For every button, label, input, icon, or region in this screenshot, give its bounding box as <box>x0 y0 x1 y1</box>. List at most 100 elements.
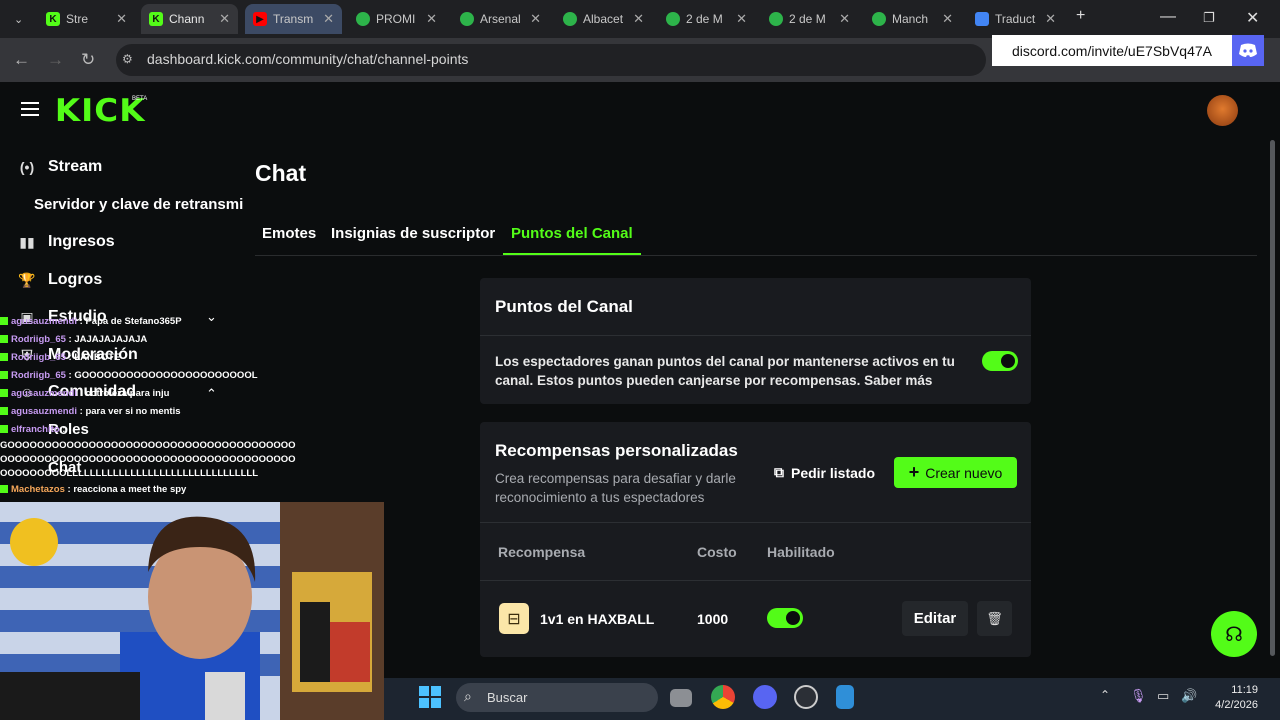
close-tab-icon[interactable]: ✕ <box>426 11 437 27</box>
tab-title: Transm <box>273 12 314 26</box>
browser-tab[interactable]: Traduct ✕ <box>967 4 1064 34</box>
new-tab-icon[interactable]: + <box>1076 7 1085 25</box>
trash-icon[interactable]: 🗑 <box>977 601 1012 636</box>
browser-tab[interactable]: Arsenal ✕ <box>452 4 549 34</box>
discord-app-icon[interactable] <box>753 685 777 709</box>
reload-icon[interactable]: ↻ <box>81 50 95 70</box>
windows-start-icon[interactable] <box>419 686 441 708</box>
tab-emotes[interactable]: Emotes <box>262 225 316 242</box>
plus-icon: + <box>908 462 920 482</box>
sidebar-item-achievements[interactable]: 🏆 Logros <box>18 271 102 289</box>
chat-username: agusauzmendi <box>11 406 77 417</box>
request-list-button[interactable]: ⧉ Pedir listado <box>762 457 887 488</box>
support-chat-icon[interactable]: ☊ <box>1211 611 1257 657</box>
stream-chat-message: Rodriigb_65 : GOOOOOOOOOOOOOOOOOOOOOOOL <box>0 367 260 385</box>
soccer-icon <box>563 12 577 26</box>
file-explorer-icon[interactable] <box>670 689 692 707</box>
back-icon[interactable]: ← <box>13 50 30 70</box>
webcam-feed <box>0 502 384 720</box>
sidebar-item-server-key[interactable]: Servidor y clave de retransmi <box>34 196 243 213</box>
site-info-icon[interactable]: ⚙ <box>122 52 133 66</box>
divider <box>480 522 1031 523</box>
create-new-label: Crear nuevo <box>925 464 1003 481</box>
chat-text: reacciona a meet the spy <box>73 484 187 495</box>
column-header-enabled: Habilitado <box>767 544 835 560</box>
scrollbar[interactable] <box>1270 140 1275 656</box>
sidebar-item-label: Stream <box>48 158 103 175</box>
spam-line: GOOOOOOOOOOOOOOOOOOOOOOOOOOOOOOOOOOOOOOO <box>0 440 296 451</box>
tab-title: Traduct <box>995 12 1036 26</box>
chat-separator: : <box>59 424 66 435</box>
obs-icon[interactable] <box>794 685 818 709</box>
network-icon[interactable]: ▭ <box>1157 688 1169 704</box>
column-header-cost: Costo <box>697 544 737 560</box>
close-tab-icon[interactable]: ✕ <box>323 11 334 27</box>
chrome-icon[interactable] <box>711 685 735 709</box>
chart-icon: ▮▮ <box>19 233 35 250</box>
browser-tab[interactable]: PROMI ✕ <box>348 4 445 34</box>
browser-tab[interactable]: ▶ Transm ✕ <box>245 4 342 34</box>
translate-icon <box>975 12 989 26</box>
browser-tab[interactable]: 2 de M ✕ <box>658 4 755 34</box>
microphone-icon[interactable]: 🎙 <box>1130 688 1147 704</box>
edit-button[interactable]: Editar <box>902 601 968 636</box>
forward-icon[interactable]: → <box>47 50 64 70</box>
close-tab-icon[interactable]: ✕ <box>633 11 644 27</box>
sidebar-item-revenue[interactable]: ▮▮ Ingresos <box>18 233 114 251</box>
close-tab-icon[interactable]: ✕ <box>530 11 541 27</box>
browser-tab[interactable]: K Chann ✕ <box>141 4 238 34</box>
close-tab-icon[interactable]: ✕ <box>736 11 747 27</box>
discord-invite-banner: discord.com/invite/uE7SbVq47A <box>992 35 1232 66</box>
kick-badge-icon <box>0 425 8 434</box>
stream-chat-message: agusauzmendi : para ver si no mentis <box>0 403 260 421</box>
chat-text: Papa de Stefano365P <box>85 316 182 327</box>
kick-icon: K <box>46 12 60 26</box>
volume-icon[interactable]: 🔊 <box>1181 688 1197 704</box>
tab-search-button[interactable]: ⌄ <box>6 4 28 34</box>
kick-badge-icon <box>0 407 8 416</box>
active-tab-indicator <box>503 253 641 255</box>
close-tab-icon[interactable]: ✕ <box>839 11 850 27</box>
tab-channel-points[interactable]: Puntos del Canal <box>511 225 633 242</box>
soccer-icon <box>872 12 886 26</box>
column-header-reward: Recompensa <box>498 544 586 560</box>
chat-text: GOOOOOOOOOOOOOOOOOOOOOOOL <box>74 370 258 381</box>
minimize-icon[interactable]: — <box>1160 8 1176 26</box>
create-new-button[interactable]: + Crear nuevo <box>894 457 1017 488</box>
url-text: dashboard.kick.com/community/chat/channe… <box>147 51 469 67</box>
channel-points-heading: Puntos del Canal <box>495 297 633 316</box>
close-tab-icon[interactable]: ✕ <box>942 11 953 27</box>
tab-title: Manch <box>892 12 929 26</box>
close-window-icon[interactable]: ✕ <box>1246 8 1259 28</box>
browser-tab[interactable]: Albacet ✕ <box>555 4 652 34</box>
chat-text: cotroleza para inju <box>85 388 170 399</box>
menu-icon[interactable] <box>21 102 39 120</box>
page-title: Chat <box>255 160 307 186</box>
browser-tab[interactable]: 2 de M ✕ <box>761 4 858 34</box>
stream-chat-message: agusauzmendi : Papa de Stefano365P <box>0 313 260 331</box>
kick-badge-icon <box>0 317 8 326</box>
avatar[interactable] <box>1207 95 1238 126</box>
browser-tab[interactable]: Manch ✕ <box>864 4 961 34</box>
kick-badge-icon <box>0 389 8 398</box>
channel-points-toggle[interactable] <box>982 351 1018 371</box>
chat-text: JAJAJAJAJAJA <box>74 334 148 345</box>
chat-username: Machetazos <box>11 484 65 495</box>
sidebar-item-stream[interactable]: (•) Stream <box>18 158 102 176</box>
notepad-icon[interactable] <box>836 685 854 709</box>
kick-icon: K <box>149 12 163 26</box>
tab-subscriber-badges[interactable]: Insignias de suscriptor <box>331 225 495 242</box>
chat-username: elfranchito <box>11 424 60 435</box>
restore-icon[interactable]: ❐ <box>1203 10 1215 26</box>
close-tab-icon[interactable]: ✕ <box>116 11 127 27</box>
browser-tab[interactable]: K Stre ✕ <box>38 4 135 34</box>
request-list-label: Pedir listado <box>790 464 876 481</box>
close-tab-icon[interactable]: ✕ <box>219 11 230 27</box>
chevron-up-icon[interactable]: ⌃ <box>1100 688 1110 702</box>
divider <box>480 335 1031 336</box>
stream-chat-overlay: agusauzmendi : Papa de Stefano365P Rodrii… <box>0 313 296 503</box>
close-tab-icon[interactable]: ✕ <box>1045 11 1056 27</box>
chat-username: agusauzmendi <box>11 388 77 399</box>
reward-enabled-toggle[interactable] <box>767 608 803 628</box>
taskbar-clock[interactable]: 11:19 4/2/2026 <box>1212 683 1258 713</box>
